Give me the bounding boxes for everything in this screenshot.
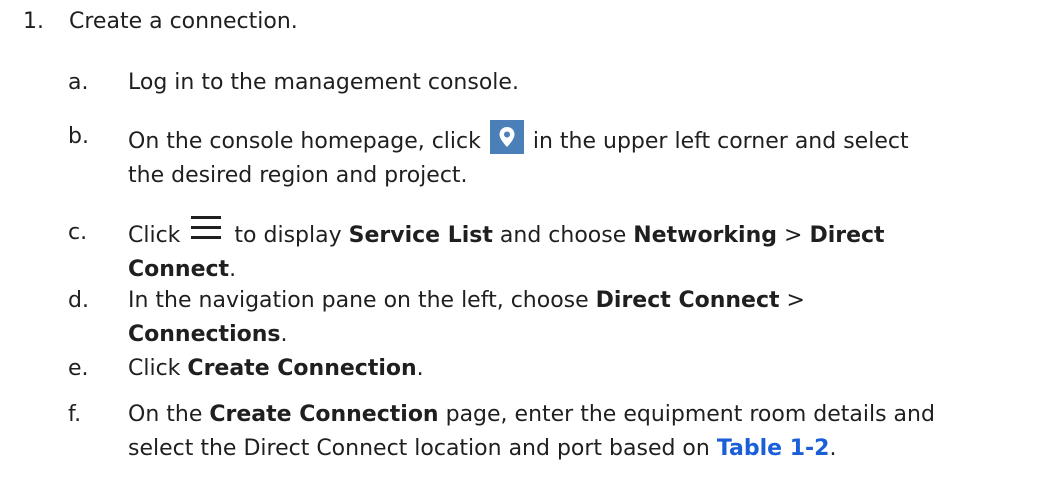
substep-f: f. On the Create Connection page, enter … xyxy=(68,398,1028,466)
substep-text: Log in to the management console. xyxy=(128,70,519,95)
table-link[interactable]: Table 1-2 xyxy=(717,436,830,461)
substep-b: b. On the console homepage, click in the… xyxy=(68,120,1028,193)
step-title: Create a connection. xyxy=(69,9,298,34)
substep-letter: d. xyxy=(68,288,89,313)
menu-icon xyxy=(191,216,222,240)
document: 1. Create a connection. a. Log in to the… xyxy=(0,0,1057,491)
substep-letter: b. xyxy=(68,124,89,149)
substep-e: e. Click Create Connection. xyxy=(68,352,1028,386)
substep-letter: c. xyxy=(68,220,88,245)
substep-d: d. In the navigation pane on the left, c… xyxy=(68,284,1028,352)
substep-a: a. Log in to the management console. xyxy=(68,66,1028,100)
substep-letter: a. xyxy=(68,70,89,95)
substep-c: c. Click to display Service List and cho… xyxy=(68,216,1028,287)
substep-letter: e. xyxy=(68,356,89,381)
step-number: 1. xyxy=(23,9,44,34)
location-pin-icon xyxy=(489,120,524,154)
substep-letter: f. xyxy=(68,402,82,427)
